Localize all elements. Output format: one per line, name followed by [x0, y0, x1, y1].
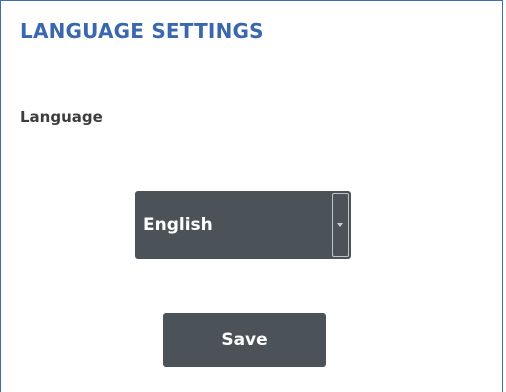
save-button[interactable]: Save [163, 313, 326, 367]
language-select[interactable]: English [135, 191, 351, 259]
language-select-toggle[interactable] [332, 193, 349, 257]
language-select-value: English [143, 215, 213, 235]
language-settings-panel: LANGUAGE SETTINGS Language English Save [0, 0, 503, 392]
language-label: Language [20, 108, 103, 126]
chevron-down-icon [337, 223, 343, 227]
panel-title: LANGUAGE SETTINGS [20, 19, 264, 43]
